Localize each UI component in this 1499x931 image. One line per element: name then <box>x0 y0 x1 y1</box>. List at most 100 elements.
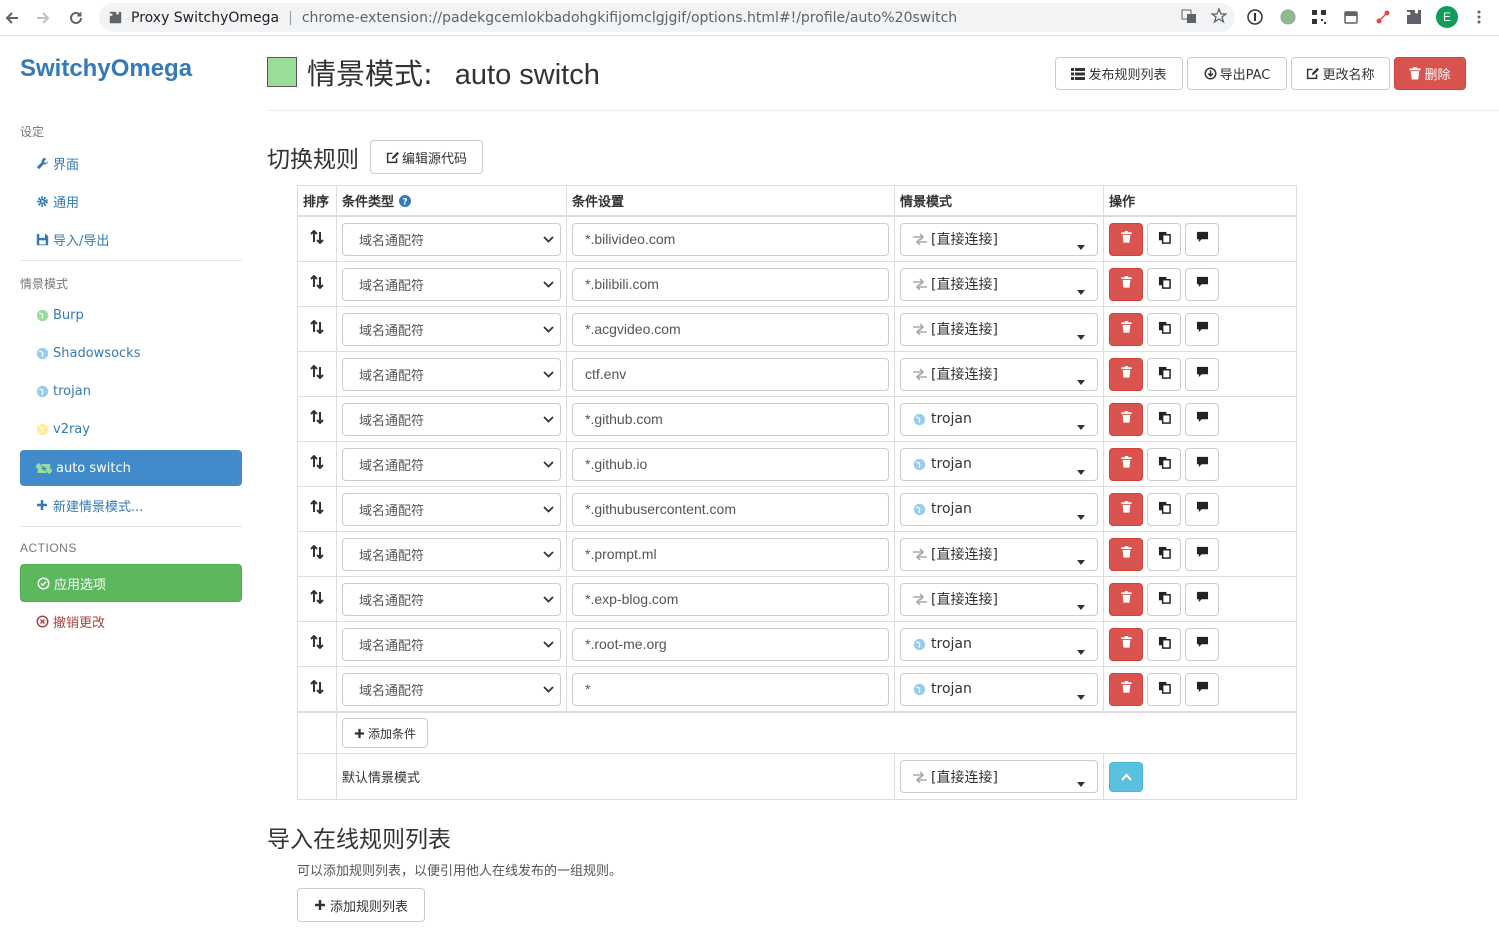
sort-handle[interactable] <box>298 352 337 396</box>
default-profile-select[interactable]: [直接连接] <box>900 760 1098 793</box>
clone-rule-button[interactable] <box>1147 627 1181 661</box>
add-condition-button[interactable]: 添加条件 <box>342 718 428 748</box>
condition-type-select[interactable]: 域名通配符 <box>342 357 561 391</box>
delete-rule-button[interactable] <box>1109 492 1143 526</box>
condition-type-select[interactable]: 域名通配符 <box>342 312 561 346</box>
condition-input[interactable]: *.github.io <box>572 447 889 481</box>
clone-rule-button[interactable] <box>1147 492 1181 526</box>
profile-avatar[interactable]: E <box>1436 6 1458 28</box>
new-profile-link[interactable]: 新建情景模式... <box>20 487 242 523</box>
store-extension-icon[interactable] <box>1342 8 1360 26</box>
delete-rule-button[interactable] <box>1109 582 1143 616</box>
sidebar-item-v2ray[interactable]: v2ray <box>20 411 242 447</box>
delete-profile-button[interactable]: 删除 <box>1394 57 1466 90</box>
sort-handle[interactable] <box>298 667 337 711</box>
profile-select[interactable]: [直接连接] <box>900 267 1098 301</box>
delete-rule-button[interactable] <box>1109 312 1143 346</box>
profile-select[interactable]: trojan <box>900 402 1098 436</box>
forward-icon[interactable] <box>31 6 55 30</box>
export-pac-button[interactable]: 导出PAC <box>1187 57 1287 90</box>
qr-code-extension-icon[interactable] <box>1310 8 1328 26</box>
clone-rule-button[interactable] <box>1147 222 1181 256</box>
bookmark-star-icon[interactable] <box>1210 7 1228 28</box>
delete-rule-button[interactable] <box>1109 447 1143 481</box>
profile-select[interactable]: trojan <box>900 447 1098 481</box>
sort-handle[interactable] <box>298 307 337 351</box>
rename-button[interactable]: 更改名称 <box>1291 57 1390 90</box>
note-rule-button[interactable] <box>1185 672 1219 706</box>
condition-type-select[interactable]: 域名通配符 <box>342 492 561 526</box>
sort-handle[interactable] <box>298 577 337 621</box>
help-icon[interactable]: ? <box>399 194 412 207</box>
condition-input[interactable]: *.prompt.ml <box>572 537 889 571</box>
publish-rule-list-button[interactable]: 发布规则列表 <box>1055 57 1183 90</box>
condition-input[interactable]: *.exp-blog.com <box>572 582 889 616</box>
note-rule-button[interactable] <box>1185 357 1219 391</box>
clone-rule-button[interactable] <box>1147 267 1181 301</box>
delete-rule-button[interactable] <box>1109 267 1143 301</box>
note-rule-button[interactable] <box>1185 627 1219 661</box>
sort-handle[interactable] <box>298 487 337 531</box>
green-circle-extension-icon[interactable] <box>1279 8 1297 26</box>
sort-handle[interactable] <box>298 532 337 576</box>
profile-select[interactable]: [直接连接] <box>900 582 1098 616</box>
more-vertical-icon[interactable] <box>1470 8 1488 26</box>
note-rule-button[interactable] <box>1185 492 1219 526</box>
address-bar[interactable]: Proxy SwitchyOmega | chrome-extension://… <box>99 3 1235 32</box>
back-icon[interactable] <box>0 6 24 30</box>
profile-select[interactable]: [直接连接] <box>900 357 1098 391</box>
profile-select[interactable]: trojan <box>900 627 1098 661</box>
condition-type-select[interactable]: 域名通配符 <box>342 627 561 661</box>
condition-input[interactable]: *.github.com <box>572 402 889 436</box>
condition-input[interactable]: *.acgvideo.com <box>572 312 889 346</box>
sidebar-item-trojan[interactable]: trojan <box>20 373 242 409</box>
condition-input[interactable]: *.bilivideo.com <box>572 222 889 256</box>
sort-handle[interactable] <box>298 622 337 666</box>
note-rule-button[interactable] <box>1185 402 1219 436</box>
translate-icon[interactable] <box>1181 8 1197 28</box>
clone-rule-button[interactable] <box>1147 537 1181 571</box>
discard-changes-button[interactable]: 撤销更改 <box>20 603 242 639</box>
condition-type-select[interactable]: 域名通配符 <box>342 672 561 706</box>
profile-select[interactable]: trojan <box>900 492 1098 526</box>
note-rule-button[interactable] <box>1185 582 1219 616</box>
delete-rule-button[interactable] <box>1109 627 1143 661</box>
condition-type-select[interactable]: 域名通配符 <box>342 582 561 616</box>
condition-input[interactable]: *.bilibili.com <box>572 267 889 301</box>
sort-handle[interactable] <box>298 262 337 306</box>
proxy-switch-extension-icon[interactable] <box>1374 8 1392 26</box>
add-rule-list-button[interactable]: 添加规则列表 <box>297 888 425 922</box>
sort-handle[interactable] <box>298 217 337 261</box>
edit-source-button[interactable]: 编辑源代码 <box>370 140 483 174</box>
sidebar-item-auto-switch[interactable]: auto switch <box>20 450 242 486</box>
note-rule-button[interactable] <box>1185 537 1219 571</box>
delete-rule-button[interactable] <box>1109 222 1143 256</box>
condition-input[interactable]: * <box>572 672 889 706</box>
clone-rule-button[interactable] <box>1147 312 1181 346</box>
clone-rule-button[interactable] <box>1147 357 1181 391</box>
sort-handle[interactable] <box>298 442 337 486</box>
app-logo[interactable]: SwitchyOmega <box>20 55 192 83</box>
profile-color-swatch[interactable] <box>267 57 297 87</box>
clone-rule-button[interactable] <box>1147 672 1181 706</box>
condition-type-select[interactable]: 域名通配符 <box>342 402 561 436</box>
clone-rule-button[interactable] <box>1147 582 1181 616</box>
delete-rule-button[interactable] <box>1109 672 1143 706</box>
sidebar-item-import-export[interactable]: 导入/导出 <box>20 221 242 257</box>
sidebar-item-general[interactable]: 通用 <box>20 183 242 219</box>
clone-rule-button[interactable] <box>1147 402 1181 436</box>
condition-type-select[interactable]: 域名通配符 <box>342 447 561 481</box>
apply-options-button[interactable]: 应用选项 <box>20 564 242 602</box>
sidebar-item-shadowsocks[interactable]: Shadowsocks <box>20 335 242 371</box>
sidebar-item-interface[interactable]: 界面 <box>20 145 242 181</box>
condition-type-select[interactable]: 域名通配符 <box>342 222 561 256</box>
condition-input[interactable]: *.githubusercontent.com <box>572 492 889 526</box>
profile-select[interactable]: [直接连接] <box>900 537 1098 571</box>
note-rule-button[interactable] <box>1185 222 1219 256</box>
info-circle-extension-icon[interactable] <box>1246 8 1264 26</box>
profile-select[interactable]: [直接连接] <box>900 312 1098 346</box>
condition-type-select[interactable]: 域名通配符 <box>342 537 561 571</box>
condition-input[interactable]: *.root-me.org <box>572 627 889 661</box>
sidebar-item-burp[interactable]: Burp <box>20 297 242 333</box>
sort-handle[interactable] <box>298 397 337 441</box>
